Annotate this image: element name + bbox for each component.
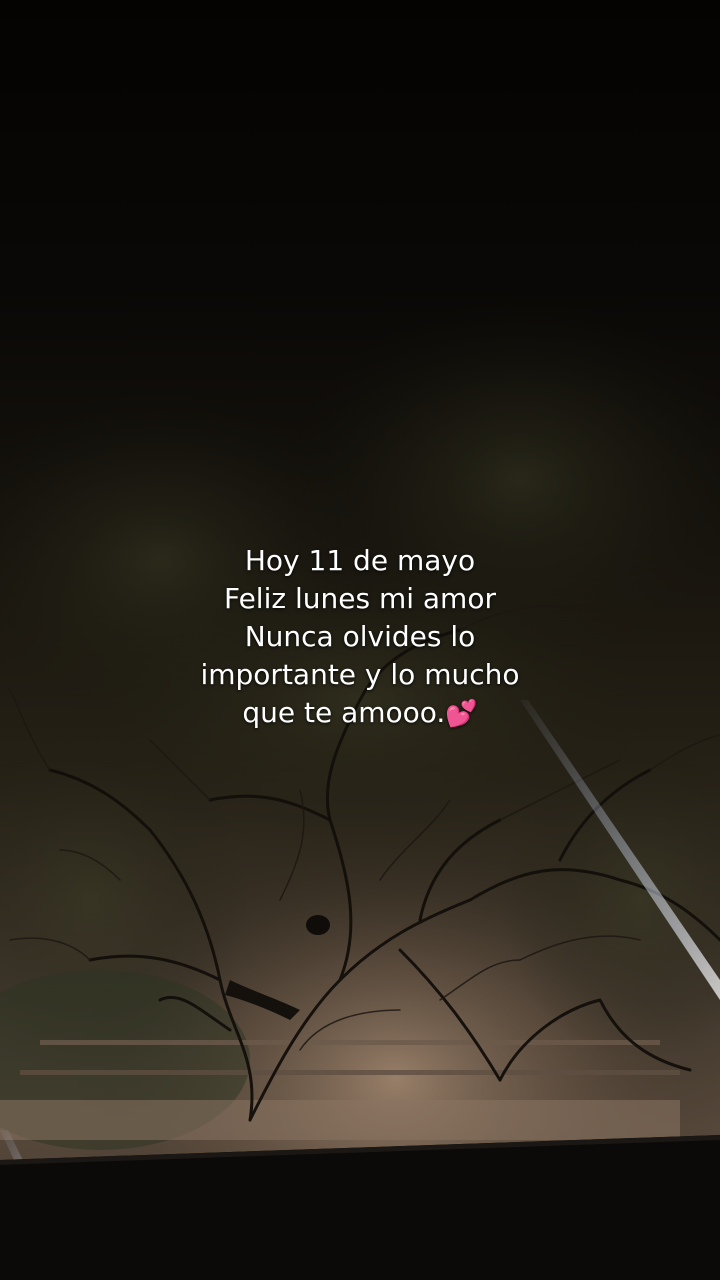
- two-hearts-icon: 💕: [445, 699, 478, 729]
- caption-line-last: que te amooo.💕: [110, 694, 610, 733]
- caption-line: Feliz lunes mi amor: [224, 582, 496, 615]
- caption-line: que te amooo.: [242, 696, 446, 729]
- caption-text: Hoy 11 de mayo Feliz lunes mi amor Nunca…: [110, 542, 610, 733]
- caption-line: Nunca olvides lo: [244, 620, 476, 653]
- night-tree-photo: Hoy 11 de mayo Feliz lunes mi amor Nunca…: [0, 0, 720, 1280]
- caption-line: importante y lo mucho: [200, 658, 520, 691]
- caption-line: Hoy 11 de mayo: [244, 544, 476, 577]
